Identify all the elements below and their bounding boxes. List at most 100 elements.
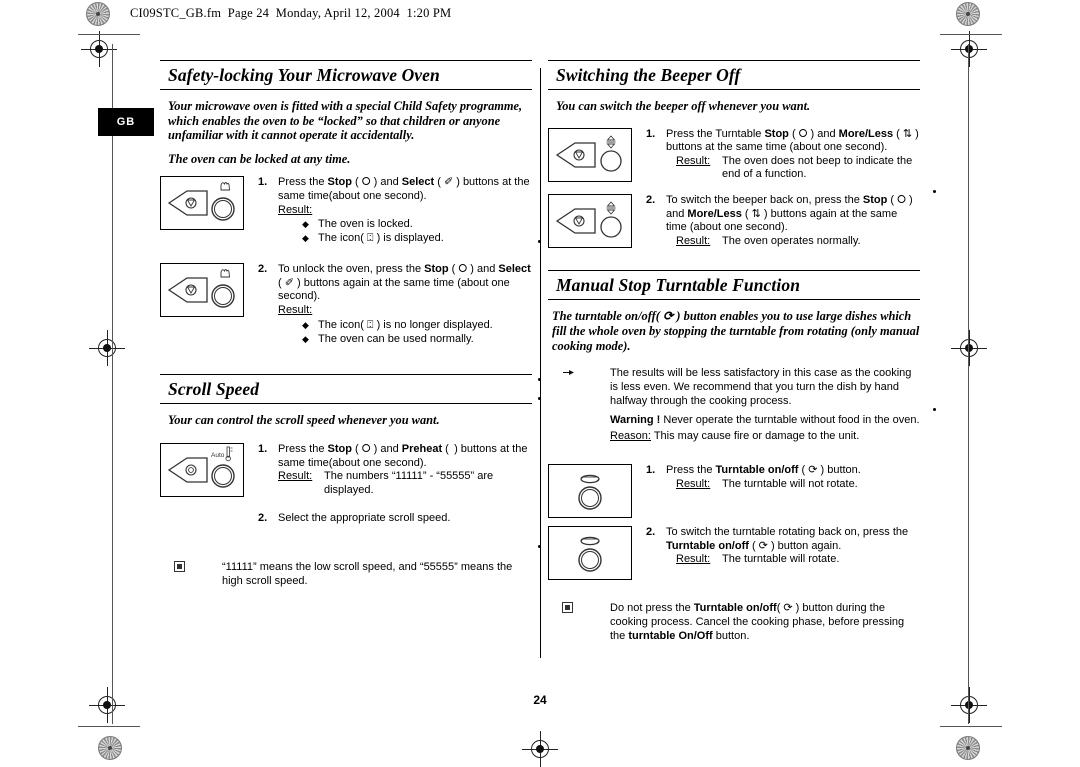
margin-dot <box>933 190 936 193</box>
step-text: Press the Turntable on/off ( ⟳ ) button.… <box>666 464 920 491</box>
step-text-a: Press the <box>278 176 328 189</box>
note-part1: Do not press the <box>610 602 694 615</box>
section-intro-paragraph-2: The oven can be locked at any time. <box>168 151 351 166</box>
registration-target-bottom-center <box>522 731 558 767</box>
registration-circle-top-left <box>86 2 110 26</box>
page-number: 24 <box>533 693 547 707</box>
step-number: 1. <box>258 176 268 189</box>
step-number: 1. <box>646 127 656 140</box>
step-text: Press the Stop ( ⭘ ) and Select ( ✐ ) bu… <box>278 176 532 217</box>
crop-mark-right-edge <box>968 44 969 724</box>
note-text: “11111” means the low scroll speed, and … <box>222 561 513 587</box>
column-divider <box>540 68 541 658</box>
step-body: 2. To unlock the oven, press the Stop ( … <box>252 263 532 345</box>
list-item: ◆ The oven is locked. <box>258 217 532 231</box>
step-line: 1. Press the Turntable on/off ( ⟳ ) butt… <box>646 464 920 491</box>
crop-mark-bottom-right <box>940 726 1002 727</box>
control-panel-illustration <box>578 474 602 510</box>
section-intro-paragraph: The turntable on/off( ⟳ ) button enables… <box>552 309 920 353</box>
step-body: 1. Press the Turntable Stop ( ⭘ ) and Mo… <box>640 128 920 182</box>
step-body: 1. Press the Stop ( ⭘ ) and Select ( ✐ )… <box>252 176 532 245</box>
note-turntable-warning: Do not press the Turntable on/off( ⟳ ) b… <box>548 602 920 643</box>
step-body: 2. Select the appropriate scroll speed. <box>252 512 532 526</box>
note-square-icon-glyph <box>562 602 573 614</box>
section-manual-stop-turntable: Manual Stop Turntable Function <box>548 270 920 301</box>
hand-note-line1: The results will be less satisfactory in… <box>610 367 912 407</box>
panel-stop-preheat-wrap: Auto <box>160 443 252 498</box>
panel-turntable-wrap <box>548 526 640 581</box>
right-column: Switching the Beeper Off You can switch … <box>548 60 920 644</box>
warning-text: Never operate the turntable without food… <box>660 413 920 426</box>
panel-stop-select <box>160 263 244 318</box>
result-label: Result: <box>676 477 711 490</box>
note-square-icon-glyph <box>174 561 185 573</box>
margin-dot <box>538 545 541 548</box>
step-item: 1. Press the Stop ( ⭘ ) and Select ( ✐ )… <box>160 176 532 245</box>
result-label: Result: <box>676 553 711 566</box>
step-text-b: ( ⭘ ) and <box>351 443 402 456</box>
note-square-icon <box>548 602 610 643</box>
section-title: Manual Stop Turntable Function <box>556 275 801 296</box>
step-bold-stop: Stop <box>327 443 352 456</box>
step-line: 2. To switch the beeper back on, press t… <box>646 194 920 248</box>
step-bold-moreless: More/Less <box>687 207 742 220</box>
step-item: 1. Press the Turntable Stop ( ⭘ ) and Mo… <box>548 127 920 182</box>
hand-pointer-icon <box>548 367 610 444</box>
result-label: Result: <box>278 203 313 216</box>
step-text-b: ( ⭘ ) and <box>448 263 499 276</box>
step-text: Select the appropriate scroll speed. <box>278 511 451 524</box>
note-text: Do not press the Turntable on/off( ⟳ ) b… <box>610 602 920 643</box>
step-text-a: Press the <box>278 443 328 456</box>
section-title: Switching the Beeper Off <box>556 65 741 85</box>
list-item: ◆ The oven can be used normally. <box>258 332 532 346</box>
registration-target-top-left <box>81 31 117 67</box>
bullet-text: The oven can be used normally. <box>318 332 474 345</box>
note-part3: button. <box>712 629 750 642</box>
warning-label: Warning ! <box>610 413 661 426</box>
step-bold-stop: Stop <box>764 127 789 140</box>
step-body: 2. To switch the turntable rotating back… <box>640 526 920 580</box>
step-line: 1. Press the Stop ( ⭘ ) and Select ( ✐ )… <box>258 176 532 217</box>
step-item: Auto 1. Press the Stop ( ⭘ ) and Preheat… <box>160 443 532 498</box>
step-line: 1. Press the Turntable Stop ( ⭘ ) and Mo… <box>646 128 920 182</box>
step-body: 1. Press the Stop ( ⭘ ) and Preheat ( ) … <box>252 443 532 497</box>
result-label: Result: <box>278 303 313 316</box>
diamond-bullet-icon: ◆ <box>302 233 309 244</box>
result-label: Result: <box>278 470 313 483</box>
bullet-text: The icon( ⍠ ) is displayed. <box>318 232 444 245</box>
result-value: The numbers “11111” - “55555” are displa… <box>324 470 494 496</box>
step-body: 1. Press the Turntable on/off ( ⟳ ) butt… <box>640 464 920 518</box>
panel-stop-moreless-wrap <box>548 127 640 182</box>
step-text-a: To switch the beeper back on, press the <box>666 193 863 206</box>
step-text-b: ( ⟳ ) button. <box>798 464 861 477</box>
page-header-line: CI09STC_GB.fm Page 24 Monday, April 12, … <box>130 6 452 20</box>
step-text-a: To unlock the oven, press the <box>278 263 425 276</box>
note-scroll-speed: “11111” means the low scroll speed, and … <box>160 561 532 589</box>
reason-text: This may cause fire or damage to the uni… <box>650 430 860 443</box>
result-row: Result: The turntable will not rotate. <box>666 478 920 492</box>
registration-target-top-right <box>951 31 987 67</box>
step-text: To switch the beeper back on, press the … <box>666 194 920 248</box>
step-text-a: To switch the turntable rotating back on… <box>666 526 909 539</box>
step-text: Press the Turntable Stop ( ⭘ ) and More/… <box>666 128 920 182</box>
step-number: 1. <box>646 464 656 477</box>
panel-turntable <box>548 464 632 519</box>
section-intro-paragraph: Your microwave oven is fitted with a spe… <box>168 99 523 143</box>
list-item: ◆ The icon( ⍠ ) is no longer displayed. <box>258 318 532 332</box>
step-number: 2. <box>258 263 268 276</box>
hand-note-block: The results will be less satisfactory in… <box>548 367 920 444</box>
panel-stop-select <box>160 176 244 231</box>
step-item: 2. To switch the turntable rotating back… <box>548 526 920 581</box>
step-bold-preheat: Preheat <box>401 443 443 456</box>
result-row: Result: The turntable will rotate. <box>666 553 920 567</box>
crop-mark-top-right <box>940 34 1002 35</box>
step-bold-moreless: More/Less <box>838 127 894 140</box>
margin-dot <box>538 397 541 400</box>
note-square-icon <box>160 561 222 589</box>
panel-turntable-wrap <box>548 464 640 519</box>
step-number: 2. <box>646 193 656 206</box>
step-text-b: ( ⭘ ) and <box>788 127 839 140</box>
result-bullet-list: ◆ The oven is locked. ◆ The icon( ⍠ ) is d… <box>258 217 532 245</box>
control-panel-illustration <box>167 269 235 308</box>
control-panel-illustration <box>555 201 622 238</box>
